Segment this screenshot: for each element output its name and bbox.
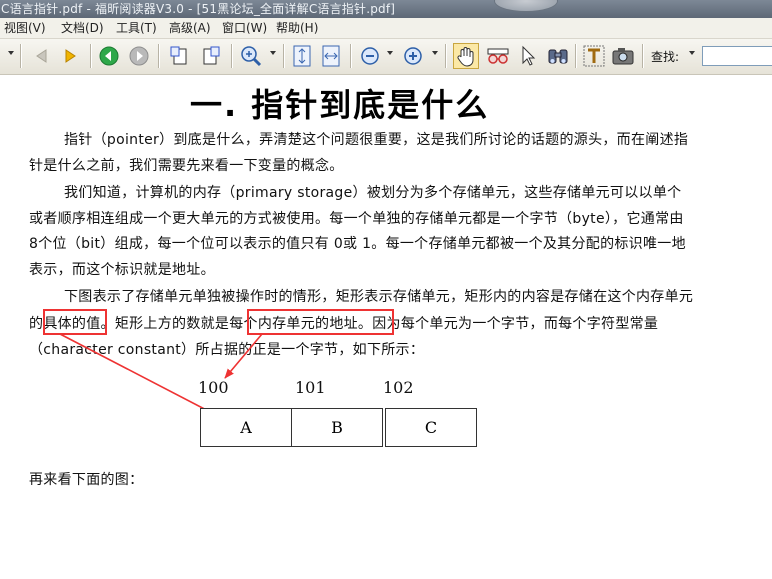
memory-address-label: 100	[198, 378, 229, 397]
memory-address-label: 102	[383, 378, 414, 397]
memory-cell: C	[385, 408, 477, 447]
annotation-arrow-to-address	[224, 333, 263, 379]
memory-cell: A	[200, 408, 292, 447]
memory-address-label: 101	[295, 378, 326, 397]
annotation-arrows	[59, 333, 263, 430]
paragraph-line: 再来看下面的图：	[29, 472, 144, 488]
memory-cell: B	[291, 408, 383, 447]
